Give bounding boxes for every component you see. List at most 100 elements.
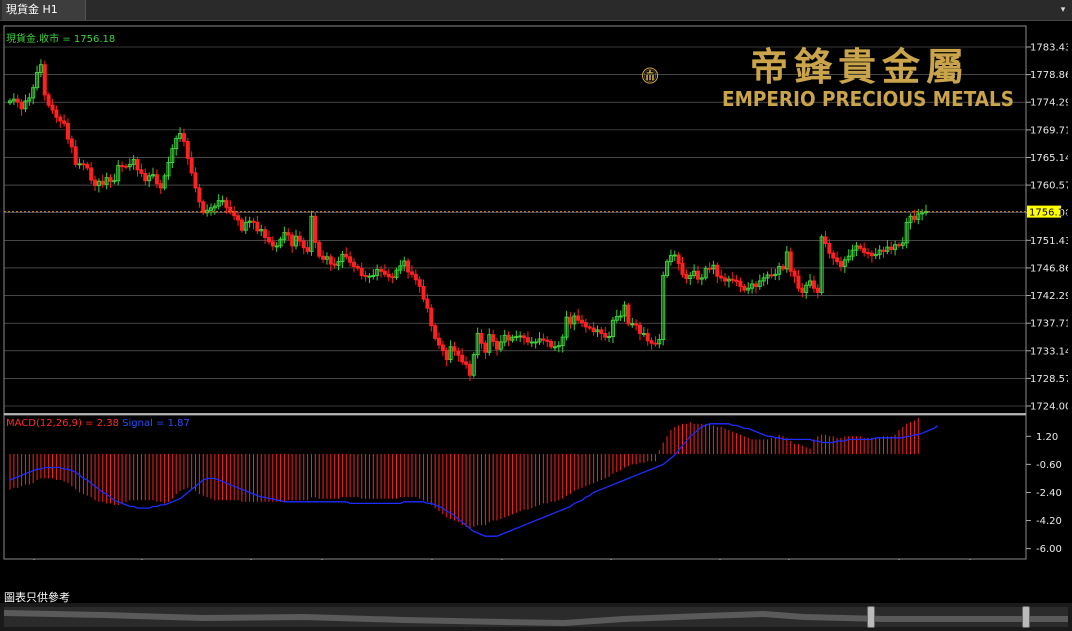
candle-down [108, 177, 113, 182]
candle-down [139, 169, 144, 174]
candle-down [379, 268, 384, 272]
candle-down [143, 172, 148, 182]
candle-down [255, 221, 260, 232]
candle-down [781, 265, 785, 270]
candle-down [769, 274, 774, 277]
scroll-track[interactable] [4, 607, 1068, 627]
price-tick-label: 1733.14 [1030, 346, 1068, 357]
candle-down [835, 257, 840, 263]
candle-down [800, 287, 805, 293]
candle-down [363, 275, 368, 278]
candle-down [456, 350, 461, 356]
candle-down [680, 262, 685, 275]
candle-down [707, 267, 712, 270]
candle-down [494, 340, 499, 350]
price-tick-label: 1742.29 [1030, 291, 1068, 302]
candle-down [815, 287, 820, 293]
emperio-emblem-icon [642, 67, 659, 84]
tab-title: 現貨金 H1 [6, 3, 58, 16]
price-tick-label: 1746.86 [1030, 263, 1068, 274]
macd-tick-label: -0.60 [1036, 460, 1062, 471]
scroll-range-end-handle[interactable] [1022, 606, 1030, 628]
candle-down [58, 116, 63, 122]
candle-down [93, 179, 98, 187]
candle-up [371, 275, 376, 278]
candle-down [649, 340, 654, 344]
price-tick-label: 1765.14 [1030, 153, 1068, 164]
candle-up [630, 323, 635, 326]
candle-down [135, 159, 140, 171]
candle-down [390, 276, 395, 279]
candle-down [81, 163, 86, 166]
candle-down [100, 180, 105, 185]
candle-down [239, 219, 244, 231]
candle-down [568, 316, 573, 325]
price-tick-label: 1751.43 [1030, 236, 1068, 247]
candle-down [270, 241, 275, 247]
candle-down [738, 281, 743, 287]
candle-down [912, 215, 917, 220]
candle-down [382, 270, 387, 275]
candle-down [599, 329, 604, 335]
candle-down [344, 253, 349, 258]
dropdown-icon[interactable]: ▾ [1056, 3, 1070, 17]
tab-spot-gold-h1[interactable]: 現貨金 H1 [2, 0, 86, 20]
candle-down [522, 335, 527, 339]
price-tick-label: 1783.43 [1030, 43, 1068, 54]
candle-down [328, 256, 333, 265]
candle-up [529, 341, 534, 344]
candle-down [42, 64, 47, 96]
candle-down [788, 251, 793, 272]
candle-up [77, 163, 82, 166]
candle-up [618, 315, 623, 318]
candle-down [332, 263, 337, 266]
candle-down [580, 319, 585, 324]
candle-down [506, 334, 511, 341]
macd-tick-label: -4.20 [1036, 516, 1062, 527]
candle-down [321, 255, 326, 260]
candle-down [158, 183, 163, 189]
candle-down [351, 261, 356, 267]
candle-down [54, 109, 59, 118]
candle-down [440, 344, 445, 351]
candle-down [792, 270, 797, 277]
candle-down [587, 326, 592, 329]
candle-down [185, 140, 190, 159]
candle-down [881, 249, 886, 252]
candle-down [541, 338, 546, 341]
candle-down [305, 247, 310, 252]
candle-down [827, 243, 832, 254]
candle-up [112, 180, 117, 183]
price-tick-label: 1724.00 [1030, 402, 1068, 413]
candle-down [634, 323, 639, 326]
candle-down [429, 307, 434, 327]
candle-down [467, 363, 472, 376]
candle-down [85, 163, 90, 169]
candle-down [896, 244, 901, 247]
candle-down [823, 236, 828, 245]
candle-down [263, 229, 268, 238]
candle-down [154, 174, 159, 185]
candle-down [413, 273, 418, 281]
candle-down [409, 271, 414, 275]
candle-down [525, 337, 530, 343]
candle-down [181, 133, 186, 142]
chart-scrollbar[interactable] [0, 603, 1072, 631]
candle-down [889, 246, 894, 251]
candle-down [626, 304, 631, 325]
candle-down [65, 122, 70, 140]
scroll-range-start-handle[interactable] [867, 606, 875, 628]
candle-down [406, 260, 411, 273]
candle-down [730, 278, 735, 281]
macd-legend: MACD(12,26,9) = 2.38 Signal = 1.87 [6, 418, 190, 429]
price-tick-label: 1760.57 [1030, 181, 1068, 192]
candle-down [73, 146, 78, 165]
candle-up [552, 346, 557, 349]
candle-down [653, 342, 658, 345]
candle-down [421, 285, 426, 300]
candle-down [549, 340, 554, 348]
candle-up [607, 336, 612, 339]
candle-down [313, 215, 318, 243]
candle-down [483, 342, 488, 353]
candle-down [236, 215, 241, 221]
